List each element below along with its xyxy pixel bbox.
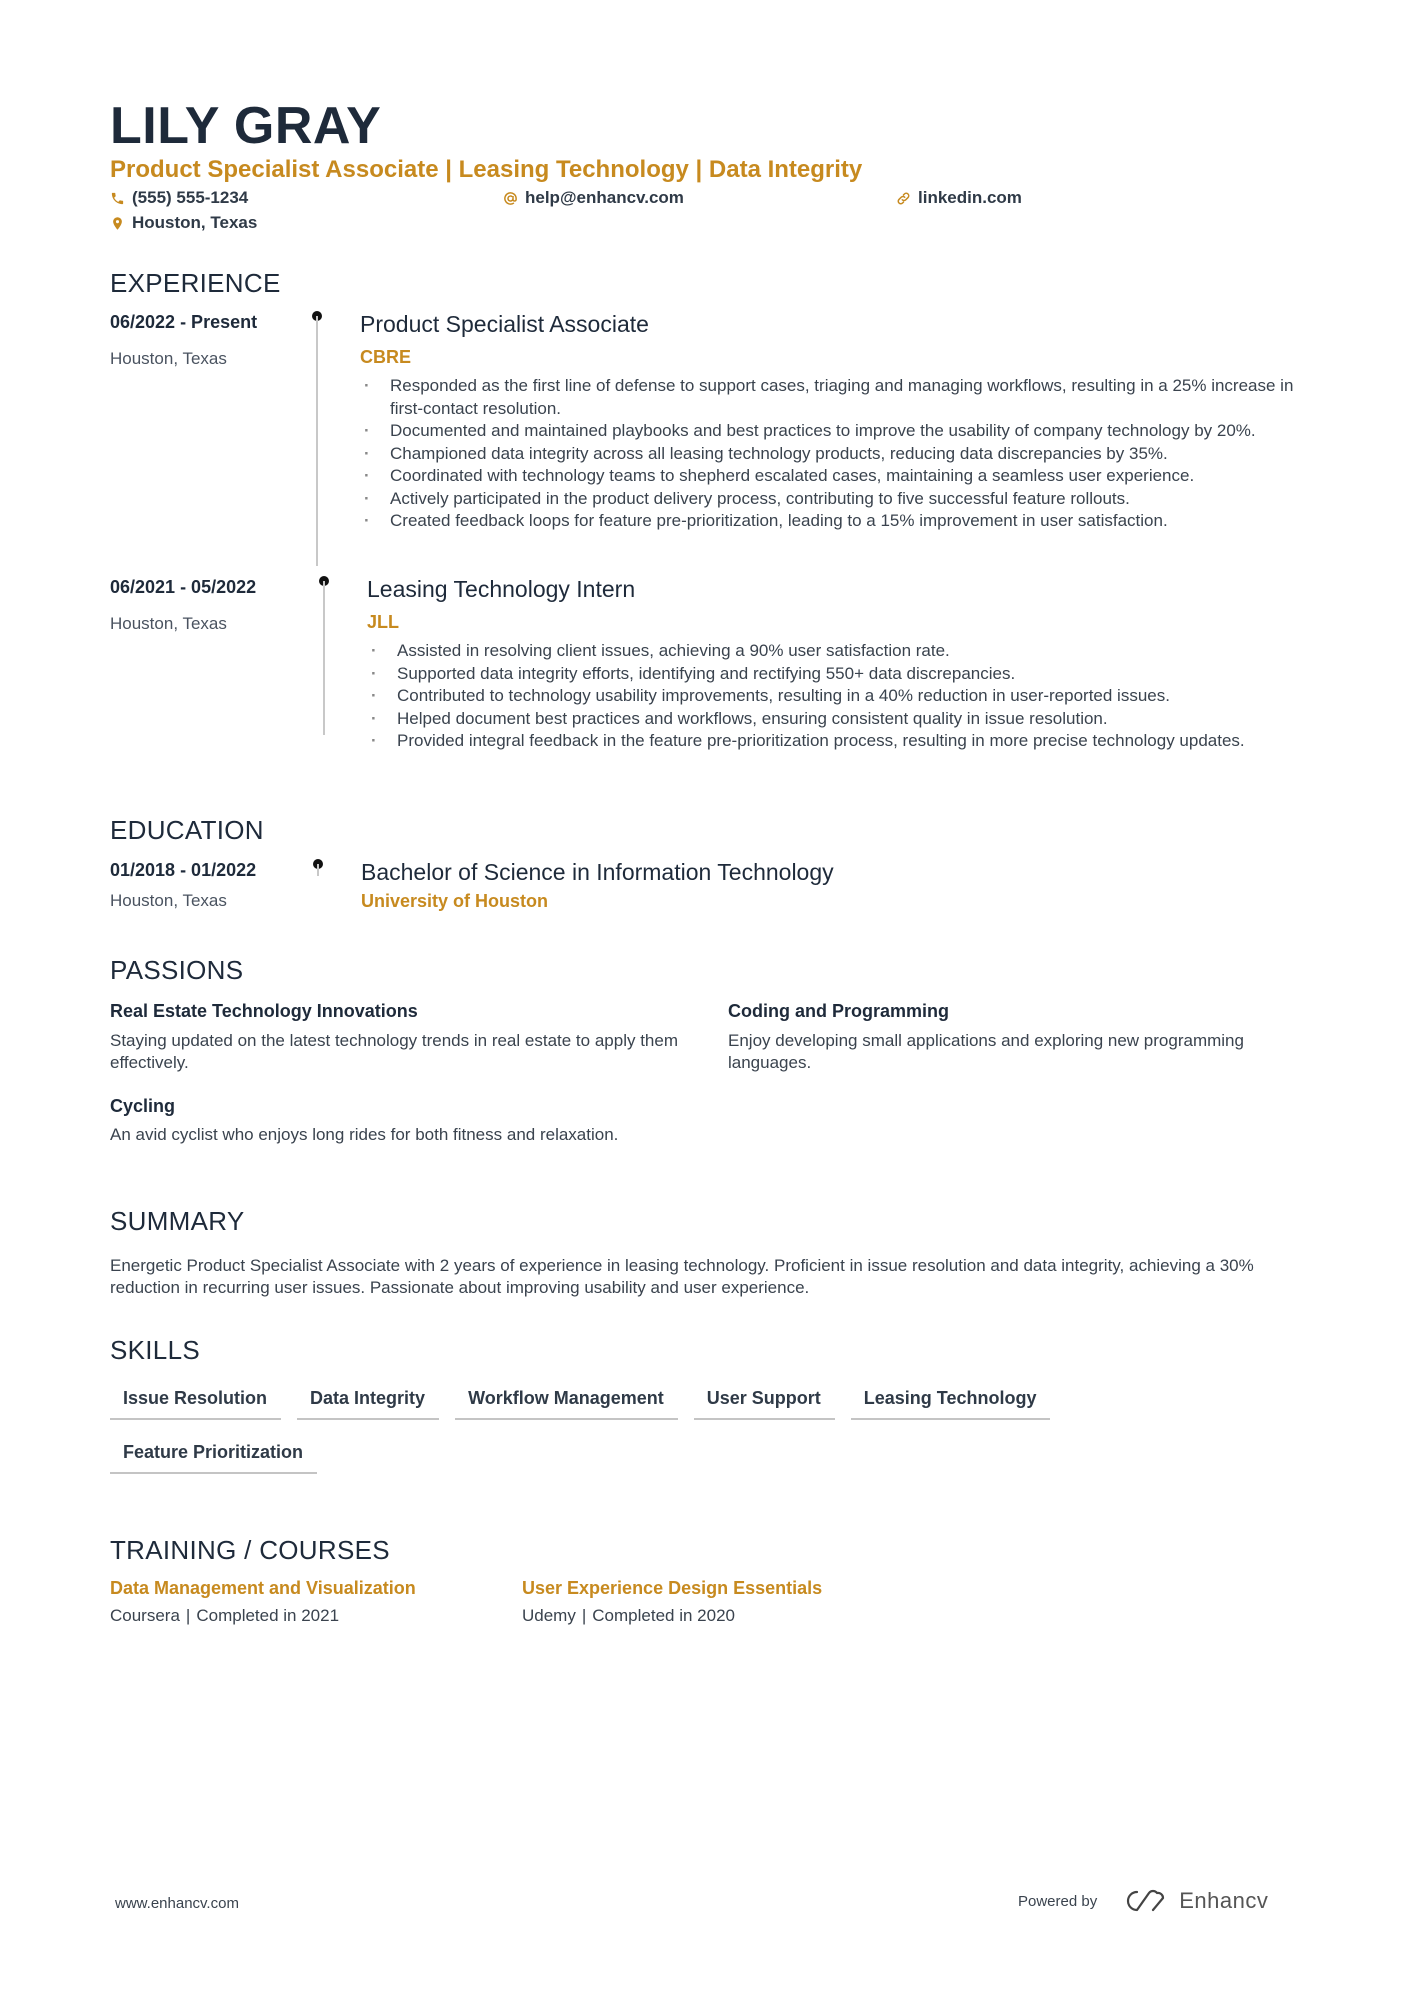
skill-tag: User Support [693, 1388, 835, 1420]
at-icon [504, 191, 517, 205]
contact-link[interactable]: linkedin.com [896, 188, 1022, 208]
resume-page: LILY GRAY Product Specialist Associate |… [0, 0, 1410, 1995]
bullet-item: Provided integral feedback in the featur… [367, 730, 1310, 753]
passion-title: Coding and Programming [728, 1001, 950, 1021]
separator: | [185, 1606, 191, 1625]
timeline-line [323, 581, 325, 735]
bullet-item: Championed data integrity across all lea… [360, 443, 1310, 466]
enhancv-logo-icon [1127, 1889, 1165, 1912]
summary-heading: SUMMARY [110, 1206, 245, 1236]
passion-description: Enjoy developing small applications and … [728, 1031, 1244, 1072]
powered-by-label: Powered by [1018, 1892, 1098, 1910]
timeline-line [317, 864, 319, 876]
bullet-item: Helped document best practices and workf… [367, 708, 1310, 731]
location-pin-icon [113, 216, 122, 230]
education-dates: 01/2018 - 01/2022 [110, 860, 257, 880]
bullet-item: Contributed to technology usability impr… [367, 685, 1310, 708]
bullet-item: Actively participated in the product del… [360, 488, 1310, 511]
education-degree: Bachelor of Science in Information Techn… [361, 859, 834, 885]
location-text: Houston, Texas [132, 213, 258, 232]
contact-email[interactable]: help@enhancv.com [503, 188, 684, 208]
course-provider: Coursera [110, 1606, 180, 1625]
footer-branding: Powered by Enhancv [1018, 1888, 1268, 1914]
contact-location: Houston, Texas [110, 213, 257, 233]
passion-title: Real Estate Technology Innovations [110, 1001, 418, 1021]
course-meta: Udemy | Completed in 2020 [522, 1606, 735, 1626]
experience-role: Leasing Technology Intern [367, 576, 636, 602]
summary-text: Energetic Product Specialist Associate w… [110, 1256, 1254, 1297]
skills-heading: SKILLS [110, 1335, 200, 1365]
experience-bullets: Assisted in resolving client issues, ach… [367, 640, 1310, 753]
passion-title: Cycling [110, 1096, 176, 1116]
passion-description: An avid cyclist who enjoys long rides fo… [110, 1125, 619, 1144]
course-title: Data Management and Visualization [110, 1578, 416, 1598]
bullet-item: Coordinated with technology teams to she… [360, 465, 1310, 488]
footer-website[interactable]: www.enhancv.com [115, 1895, 239, 1912]
bullet-item: Assisted in resolving client issues, ach… [367, 640, 1310, 663]
link-icon [897, 192, 910, 204]
skill-tag: Workflow Management [455, 1388, 678, 1420]
separator: | [581, 1606, 587, 1625]
skill-tag: Issue Resolution [110, 1388, 282, 1420]
bullet-item: Created feedback loops for feature pre-p… [360, 510, 1310, 533]
course-title: User Experience Design Essentials [522, 1578, 823, 1598]
skill-tag: Data Integrity [297, 1388, 440, 1420]
education-location: Houston, Texas [110, 891, 227, 910]
skill-tag: Leasing Technology [850, 1388, 1051, 1420]
bullet-item: Responded as the first line of defense t… [360, 375, 1310, 420]
headline: Product Specialist Associate | Leasing T… [110, 156, 863, 183]
experience-bullets: Responded as the first line of defense t… [360, 375, 1310, 533]
candidate-name: LILY GRAY [110, 97, 382, 155]
passion-description: Staying updated on the latest technology… [110, 1031, 678, 1072]
experience-company: JLL [367, 612, 400, 632]
skills-list: Issue Resolution Data Integrity Workflow… [110, 1388, 1210, 1474]
passions-heading: PASSIONS [110, 955, 244, 985]
bullet-item: Supported data integrity efforts, identi… [367, 663, 1310, 686]
education-heading: EDUCATION [110, 815, 264, 845]
contact-phone: (555) 555-1234 [110, 188, 248, 208]
experience-dates: 06/2021 - 05/2022 [110, 577, 257, 597]
education-school: University of Houston [361, 891, 549, 911]
course-completed: Completed in 2021 [196, 1606, 340, 1625]
brand-name: Enhancv [1179, 1888, 1269, 1913]
training-heading: TRAINING / COURSES [110, 1535, 390, 1565]
brand-logo[interactable]: Enhancv [1123, 1888, 1268, 1914]
experience-location: Houston, Texas [110, 614, 227, 633]
experience-role: Product Specialist Associate [360, 311, 649, 337]
experience-location: Houston, Texas [110, 349, 227, 368]
course-meta: Coursera | Completed in 2021 [110, 1606, 339, 1626]
email-text[interactable]: help@enhancv.com [525, 188, 684, 208]
experience-dates: 06/2022 - Present [110, 312, 258, 332]
experience-company: CBRE [360, 347, 412, 367]
phone-text: (555) 555-1234 [132, 188, 249, 207]
experience-heading: EXPERIENCE [110, 268, 281, 298]
link-text[interactable]: linkedin.com [918, 188, 1022, 208]
course-provider: Udemy [522, 1606, 576, 1625]
bullet-item: Documented and maintained playbooks and … [360, 420, 1310, 443]
timeline-line [316, 316, 318, 566]
course-completed: Completed in 2020 [592, 1606, 735, 1625]
phone-icon [111, 192, 124, 204]
skill-tag: Feature Prioritization [110, 1442, 318, 1474]
